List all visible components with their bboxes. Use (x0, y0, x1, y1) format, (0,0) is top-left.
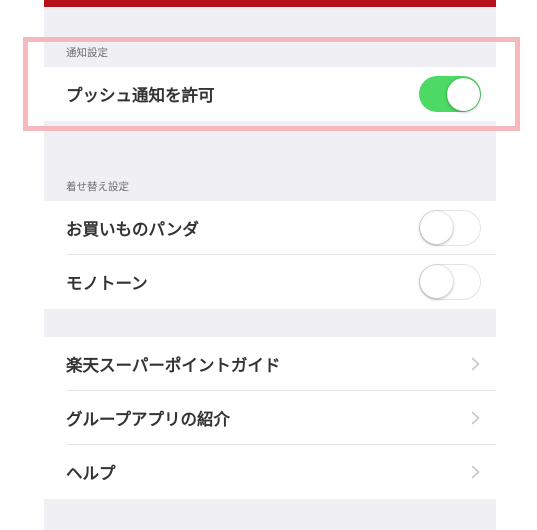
settings-row-super-point-guide[interactable]: 楽天スーパーポイントガイド (44, 337, 496, 391)
settings-row-group-apps[interactable]: グループアプリの紹介 (44, 391, 496, 445)
section-header-skin-label: 着せ替え設定 (66, 181, 129, 193)
screenshot-canvas: 通知設定 プッシュ通知を許可 着せ替え設定 お買いものパンダ モノトーン 楽天ス… (0, 0, 537, 530)
monotone-label: モノトーン (66, 274, 148, 293)
toggle-knob (420, 211, 453, 244)
toggle-knob (446, 77, 480, 111)
help-label: ヘルプ (66, 464, 116, 483)
chevron-right-icon (471, 411, 480, 425)
shopping-panda-toggle[interactable] (419, 210, 481, 246)
settings-row-push-notification[interactable]: プッシュ通知を許可 (44, 67, 496, 121)
shopping-panda-label: お買いものパンダ (66, 220, 199, 239)
section-header-notification-label: 通知設定 (66, 47, 108, 59)
settings-row-monotone[interactable]: モノトーン (44, 255, 496, 309)
monotone-toggle[interactable] (419, 264, 481, 300)
settings-row-help[interactable]: ヘルプ (44, 445, 496, 499)
super-point-guide-label: 楽天スーパーポイントガイド (66, 356, 281, 375)
push-notification-toggle[interactable] (419, 76, 481, 112)
chevron-right-icon (471, 357, 480, 371)
top-header-bar (44, 0, 496, 7)
group-apps-label: グループアプリの紹介 (66, 410, 231, 429)
settings-screen: 通知設定 プッシュ通知を許可 着せ替え設定 お買いものパンダ モノトーン 楽天ス… (44, 7, 496, 530)
toggle-knob (420, 265, 453, 298)
push-notification-label: プッシュ通知を許可 (66, 86, 215, 105)
settings-row-shopping-panda[interactable]: お買いものパンダ (44, 201, 496, 255)
chevron-right-icon (471, 465, 480, 479)
section-header-notification: 通知設定 (44, 37, 496, 67)
section-header-skin: 着せ替え設定 (44, 171, 496, 201)
